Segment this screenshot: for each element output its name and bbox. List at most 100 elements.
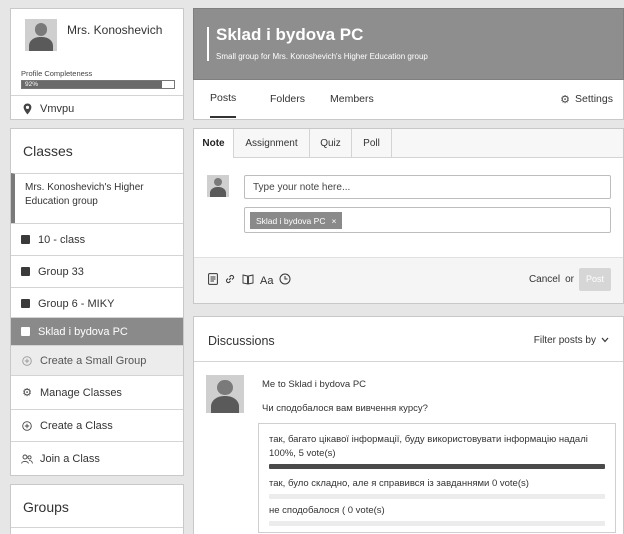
poll-option-text-row: так, було складно, але я справився із за… [269, 477, 605, 491]
manage-classes-label: Manage Classes [40, 386, 122, 399]
filter-posts-dropdown[interactable]: Filter posts by [534, 335, 609, 346]
gear-icon: ⚙ [22, 387, 32, 399]
tab-posts[interactable]: Posts [210, 80, 237, 118]
profile-completeness-fill: 92% [22, 81, 162, 88]
tab-quiz-label: Quiz [320, 137, 341, 149]
composer-tabs: Note Assignment Quiz Poll [194, 129, 623, 158]
plus-circle-icon [21, 355, 33, 366]
text-format-icon[interactable]: Aa [260, 275, 273, 287]
create-class-link[interactable]: Create a Class [11, 409, 183, 441]
tab-members[interactable]: Members [330, 80, 374, 118]
plus-circle-icon [21, 420, 33, 431]
class-item-sklad-selected[interactable]: Sklad i bydova PC [11, 317, 183, 345]
poll-option-text-row: так, багато цікавої інформації, буду вик… [269, 433, 605, 461]
recipient-chip-label: Sklad i bydova PC [256, 215, 326, 226]
library-icon[interactable] [242, 273, 254, 288]
profile-avatar[interactable] [25, 19, 57, 51]
discussions-heading: Discussions [208, 334, 275, 348]
tab-quiz[interactable]: Quiz [310, 129, 352, 157]
create-class-label: Create a Class [40, 419, 113, 432]
class-main-group[interactable]: Mrs. Konoshevich's Higher Education grou… [11, 173, 183, 223]
discussions-divider [194, 361, 623, 362]
poll-option[interactable]: так, багато цікавої інформації, буду вик… [269, 433, 605, 469]
class-item-group-33[interactable]: Group 33 [11, 255, 183, 287]
poll-option[interactable]: не сподобалося ( 0 vote(s) [269, 504, 605, 526]
or-label: or [565, 274, 574, 285]
profile-completeness-value: 92% [25, 81, 39, 88]
poll-option-bar [269, 521, 605, 526]
class-item-label: Group 6 - MIKY [38, 297, 115, 310]
settings-gear-icon: ⚙ [560, 93, 571, 106]
poll-option-text: не сподобалося ( [269, 505, 346, 516]
post-author-avatar[interactable] [206, 375, 244, 413]
tab-note[interactable]: Note [194, 129, 234, 158]
poll-option-result: 0 vote(s) [347, 505, 385, 516]
create-small-group-label: Create a Small Group [40, 354, 147, 367]
poll-option-bar [269, 464, 605, 469]
tab-members-label: Members [330, 93, 374, 105]
cancel-link[interactable]: Cancel [529, 274, 560, 285]
class-item-label: 10 - class [38, 233, 86, 246]
chip-remove-icon[interactable]: × [331, 216, 336, 226]
composer-avatar [207, 175, 229, 197]
poll-option-bar [269, 494, 605, 499]
class-square-icon [21, 299, 30, 308]
class-main-group-label: Mrs. Konoshevich's Higher Education grou… [25, 182, 144, 207]
groups-heading: Groups [23, 499, 69, 515]
link-icon[interactable] [224, 273, 236, 288]
tab-assignment[interactable]: Assignment [234, 129, 310, 157]
class-item-label: Sklad i bydova PC [38, 325, 128, 338]
poll-option-text: так, багато цікавої інформації, буду вик… [269, 434, 588, 445]
filter-posts-label: Filter posts by [533, 335, 596, 346]
poll-option[interactable]: так, було складно, але я справився із за… [269, 477, 605, 499]
poll-option-result: 100%, 5 vote(s) [269, 448, 336, 459]
join-class-link[interactable]: Join a Class [11, 441, 183, 475]
post-question: Чи сподобалося вам вивчення курсу? [262, 403, 428, 414]
header-accent-line [207, 27, 209, 61]
composer-toolbar: Aa [208, 273, 297, 288]
class-item-label: Group 33 [38, 265, 84, 278]
groups-divider [11, 527, 183, 528]
poll-option-result: 0 vote(s) [491, 478, 529, 489]
file-icon[interactable] [208, 273, 218, 288]
class-item-10-class[interactable]: 10 - class [11, 223, 183, 255]
groups-card: Groups [10, 484, 184, 534]
profile-completeness-bar: 92% [21, 80, 175, 89]
discussions-card: Discussions Filter posts by Me to Sklad … [193, 316, 624, 534]
classes-card: Classes Mrs. Konoshevich's Higher Educat… [10, 128, 184, 476]
note-input-placeholder: Type your note here... [253, 182, 351, 193]
group-header: Sklad i bydova PC Small group for Mrs. K… [193, 8, 624, 80]
class-item-group-6[interactable]: Group 6 - MIKY [11, 287, 183, 319]
settings-label: Settings [575, 93, 613, 105]
group-nav: Posts Folders Members ⚙ Settings [193, 80, 624, 120]
clock-icon[interactable] [279, 273, 291, 288]
people-icon [21, 454, 33, 464]
composer-footer: Aa Cancel or Post [194, 257, 623, 303]
create-small-group-link[interactable]: Create a Small Group [11, 345, 183, 375]
location-row[interactable]: Vmvpu [11, 95, 183, 121]
poll-option-text-row: не сподобалося ( 0 vote(s) [269, 504, 605, 518]
recipients-field[interactable]: Sklad i bydova PC × [244, 207, 611, 233]
location-label: Vmvpu [40, 102, 75, 115]
profile-completeness-label: Profile Completeness [21, 69, 93, 78]
tab-poll[interactable]: Poll [352, 129, 392, 157]
join-class-label: Join a Class [40, 452, 100, 465]
manage-classes-link[interactable]: ⚙ Manage Classes [11, 375, 183, 409]
location-pin-icon [21, 103, 33, 115]
post-meta[interactable]: Me to Sklad i bydova PC [262, 379, 366, 390]
poll-box: так, багато цікавої інформації, буду вик… [258, 423, 616, 533]
post-button[interactable]: Post [579, 268, 611, 291]
tab-folders-label: Folders [270, 93, 306, 105]
classes-heading: Classes [23, 143, 73, 159]
group-title: Sklad i bydova PC [216, 25, 364, 44]
recipient-chip[interactable]: Sklad i bydova PC × [250, 212, 343, 229]
tab-poll-label: Poll [363, 137, 380, 149]
settings-link[interactable]: ⚙ Settings [560, 80, 613, 118]
composer-actions: Cancel or Post [529, 268, 611, 291]
tab-folders[interactable]: Folders [270, 80, 305, 118]
profile-name[interactable]: Mrs. Konoshevich [67, 23, 162, 37]
tab-note-label: Note [202, 138, 225, 149]
note-input[interactable]: Type your note here... [244, 175, 611, 199]
poll-option-fill [269, 464, 605, 469]
class-square-icon [21, 327, 30, 336]
